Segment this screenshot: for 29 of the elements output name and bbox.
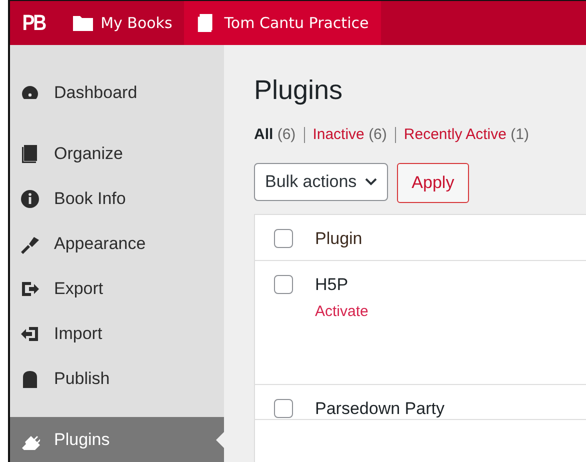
checkbox[interactable] xyxy=(274,229,293,248)
filter-link[interactable]: Recently Active (1) xyxy=(404,126,529,143)
checkbox[interactable] xyxy=(274,275,293,294)
column-header: Plugin xyxy=(315,229,362,250)
toolbar-link[interactable]: Tom Cantu Practice xyxy=(184,1,381,45)
checkbox[interactable] xyxy=(274,399,293,418)
bulk-actions-dropdown[interactable]: Bulk actions xyxy=(254,163,388,201)
book-icon xyxy=(20,144,40,164)
toolbar-link[interactable]: My Books xyxy=(60,1,184,45)
sidebar-item[interactable]: Book Info xyxy=(10,176,224,222)
chevron-icon xyxy=(364,178,377,186)
page-title: Plugins xyxy=(254,75,344,106)
info-icon xyxy=(20,189,40,210)
activate-link[interactable]: Activate xyxy=(315,303,368,320)
filter-link[interactable]: All (6) xyxy=(254,126,296,143)
sidebar-item[interactable]: Plugins xyxy=(10,417,224,462)
sidebar-item[interactable]: Organize xyxy=(10,132,224,177)
plugin-name: Parsedown Party xyxy=(315,399,444,419)
logo[interactable]: PB xyxy=(14,1,57,45)
sidebar-item[interactable]: Dashboard xyxy=(10,71,224,116)
sidebar-item[interactable]: Appearance xyxy=(10,222,224,266)
filter-link[interactable]: Inactive (6) xyxy=(312,126,387,143)
brush-icon xyxy=(20,234,40,254)
sidebar-item[interactable]: Publish xyxy=(10,356,224,402)
sidebar-item[interactable]: Import xyxy=(10,311,224,356)
sidebar-item[interactable]: Export xyxy=(10,266,224,312)
folder-icon xyxy=(72,14,93,32)
apply-button[interactable]: Apply xyxy=(396,163,470,203)
plugin-name: H5P xyxy=(315,275,350,295)
